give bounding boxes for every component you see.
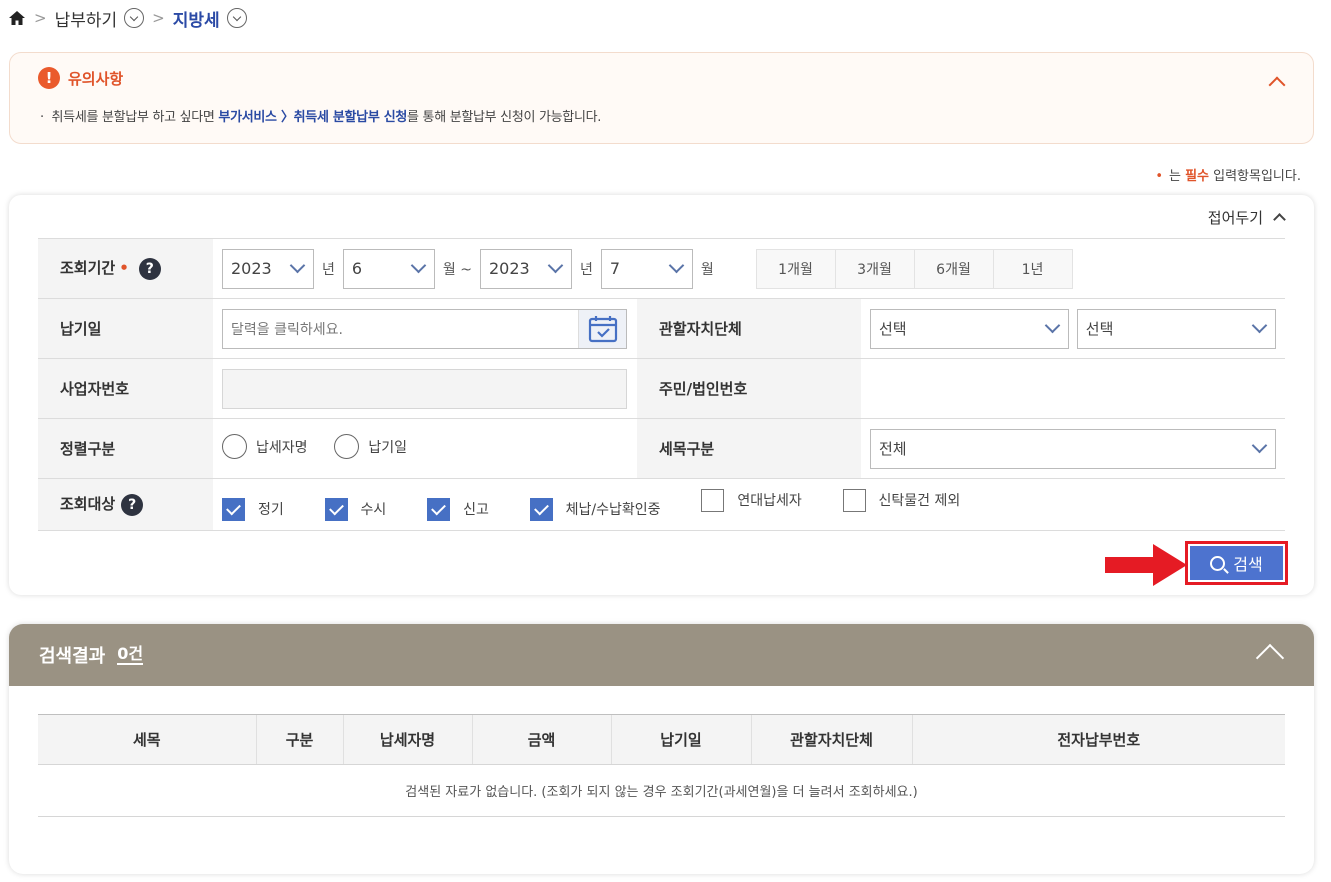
column-header-taxpayer: 납세자명 [342,714,472,765]
tax-item-select[interactable]: 전체 [870,428,1276,469]
breadcrumb-item-local-tax[interactable]: 지방세 [173,6,220,31]
chevron-down-circle-icon[interactable] [124,8,145,28]
search-icon [1210,555,1226,571]
checkbox-checked-icon [222,497,245,521]
from-month-select[interactable]: 6 [342,248,435,289]
column-header-amount: 금액 [471,714,611,765]
radio-icon [334,434,360,459]
notice-text: · 취득세를 분할납부 하고 싶다면 부가서비스 〉취득세 분할납부 신청를 통… [40,110,602,125]
arrow-right-icon [1105,544,1187,586]
notice-text-post: 를 통해 분할납부 신청이 가능합니다. [407,110,602,125]
results-panel: 검색결과 0건 세목 구분 납세자명 금액 납기일 관할자치단체 전자납부번호 … [9,624,1314,874]
target-checkbox-report[interactable]: 신고 [427,497,489,521]
chevron-down-icon [1044,317,1061,334]
pay-date-input[interactable]: 달력을 클릭하세요. [222,308,627,349]
period-6month-button[interactable]: 6개월 [913,248,994,289]
results-table: 세목 구분 납세자명 금액 납기일 관할자치단체 전자납부번호 검색된 자료가 … [38,714,1285,817]
help-icon[interactable]: ? [121,493,144,516]
target-label-cell: 조회대상? [38,478,213,531]
jurisdiction-label: 관할자치단체 [637,298,861,359]
period-label-cell: 조회기간 •? [38,238,213,299]
resident-no-cell [861,358,1285,419]
to-year-select[interactable]: 2023 [479,248,572,289]
fold-toggle-button[interactable]: 접어두기 [1208,207,1286,228]
business-no-input [222,368,627,409]
notice-text-pre: 취득세를 분할납부 하고 싶다면 [51,110,219,125]
target-checkbox-occasional[interactable]: 수시 [324,497,386,521]
business-no-cell [213,358,637,419]
to-month-select[interactable]: 7 [600,248,693,289]
results-count: 0건 [117,644,144,665]
breadcrumb-separator-icon: > [152,9,165,27]
sort-label: 정렬구분 [38,418,213,479]
radio-icon [222,434,247,459]
checkbox-checked-icon [324,497,348,521]
period-field-cell: 2023 년 6 월 ~2023 년 7 월 1개월 3개월 6개월 1년 [213,238,1285,299]
target-checkbox-regular[interactable]: 정기 [222,497,284,521]
notice-box: ! 유의사항 · 취득세를 분할납부 하고 싶다면 부가서비스 〉취득세 분할납… [9,52,1314,144]
help-icon[interactable]: ? [138,257,161,280]
checkbox-unchecked-icon [701,488,725,512]
jurisdiction-select-1[interactable]: 선택 [870,308,1069,349]
checkbox-checked-icon [427,497,451,521]
period-1month-button[interactable]: 1개월 [755,248,836,289]
notice-title-text: 유의사항 [68,69,124,88]
chevron-down-circle-icon[interactable] [226,8,247,28]
target-checkbox-arrears[interactable]: 체납/수납확인중 [529,497,661,521]
notice-title: ! 유의사항 [38,67,123,89]
exclamation-icon: ! [38,67,60,89]
period-quick-buttons: 1개월 3개월 6개월 1년 [755,248,1073,289]
results-title: 검색결과 [39,646,106,667]
column-header-epay-no: 전자납부번호 [911,714,1285,765]
checkbox-checked-icon [529,497,553,521]
chevron-down-icon [668,257,685,274]
jurisdiction-select-2[interactable]: 선택 [1076,308,1276,349]
sort-radio-taxpayer[interactable]: 납세자명 [222,434,308,459]
results-header: 검색결과 0건 [9,624,1314,686]
breadcrumb-separator-icon: > [34,9,47,27]
required-dot: • [119,259,129,278]
calendar-icon[interactable] [578,309,626,348]
notice-link[interactable]: 부가서비스 〉취득세 분할납부 신청 [218,110,407,125]
notice-collapse-button[interactable] [1267,73,1287,94]
tax-item-label: 세목구분 [637,418,861,479]
column-header-paydate: 납기일 [610,714,751,765]
search-form-table: 조회기간 •? 2023 년 6 월 ~2023 년 7 월 1개월 3개월 6개월 1년 납… [38,238,1285,531]
target-cell: 정기 수시 신고 체납/수납확인중 연대납세자 신탁물건 제외 [213,478,1285,531]
empty-message: 검색된 자료가 없습니다. (조회가 되지 않는 경우 조회기간(과세연월)을 … [38,764,1285,817]
chevron-down-icon [547,257,564,274]
chevron-down-icon [1251,317,1268,334]
search-button[interactable]: 검색 [1185,541,1288,585]
chevron-down-icon [289,257,306,274]
required-dot: • [1155,169,1163,184]
required-note: • 는 필수 입력항목입니다. [1155,169,1301,184]
pay-date-label: 납기일 [38,298,213,359]
chevron-down-icon [1251,437,1268,454]
chevron-up-icon[interactable] [1255,643,1285,673]
column-header-tax-item: 세목 [38,714,256,765]
target-checkbox-trust[interactable]: 신탁물건 제외 [842,488,960,512]
chevron-up-icon [1273,213,1286,226]
breadcrumb-item-payment[interactable]: 납부하기 [55,6,118,31]
sort-cell: 납세자명 납기일 [213,418,637,479]
column-header-jurisdiction: 관할자치단체 [750,714,912,765]
chevron-up-icon [1268,76,1286,94]
search-panel: 접어두기 조회기간 •? 2023 년 6 월 ~2023 년 7 월 1개월 3개월 6개월… [9,195,1314,595]
period-1year-button[interactable]: 1년 [992,248,1073,289]
target-checkbox-joint[interactable]: 연대납세자 [701,488,802,512]
tax-item-cell: 전체 [861,418,1285,479]
pay-date-cell: 달력을 클릭하세요. [213,298,637,359]
checkbox-unchecked-icon [842,488,866,512]
jurisdiction-cell: 선택 선택 [861,298,1285,359]
chevron-down-icon [410,257,427,274]
sort-radio-paydate[interactable]: 납기일 [334,434,407,459]
period-3month-button[interactable]: 3개월 [834,248,915,289]
column-header-type: 구분 [255,714,343,765]
business-no-label: 사업자번호 [38,358,213,419]
pay-date-placeholder: 달력을 클릭하세요. [231,321,343,338]
resident-no-label: 주민/법인번호 [637,358,861,419]
breadcrumb: > 납부하기 > 지방세 [8,5,247,31]
from-year-select[interactable]: 2023 [222,248,314,289]
home-icon[interactable] [8,9,26,27]
